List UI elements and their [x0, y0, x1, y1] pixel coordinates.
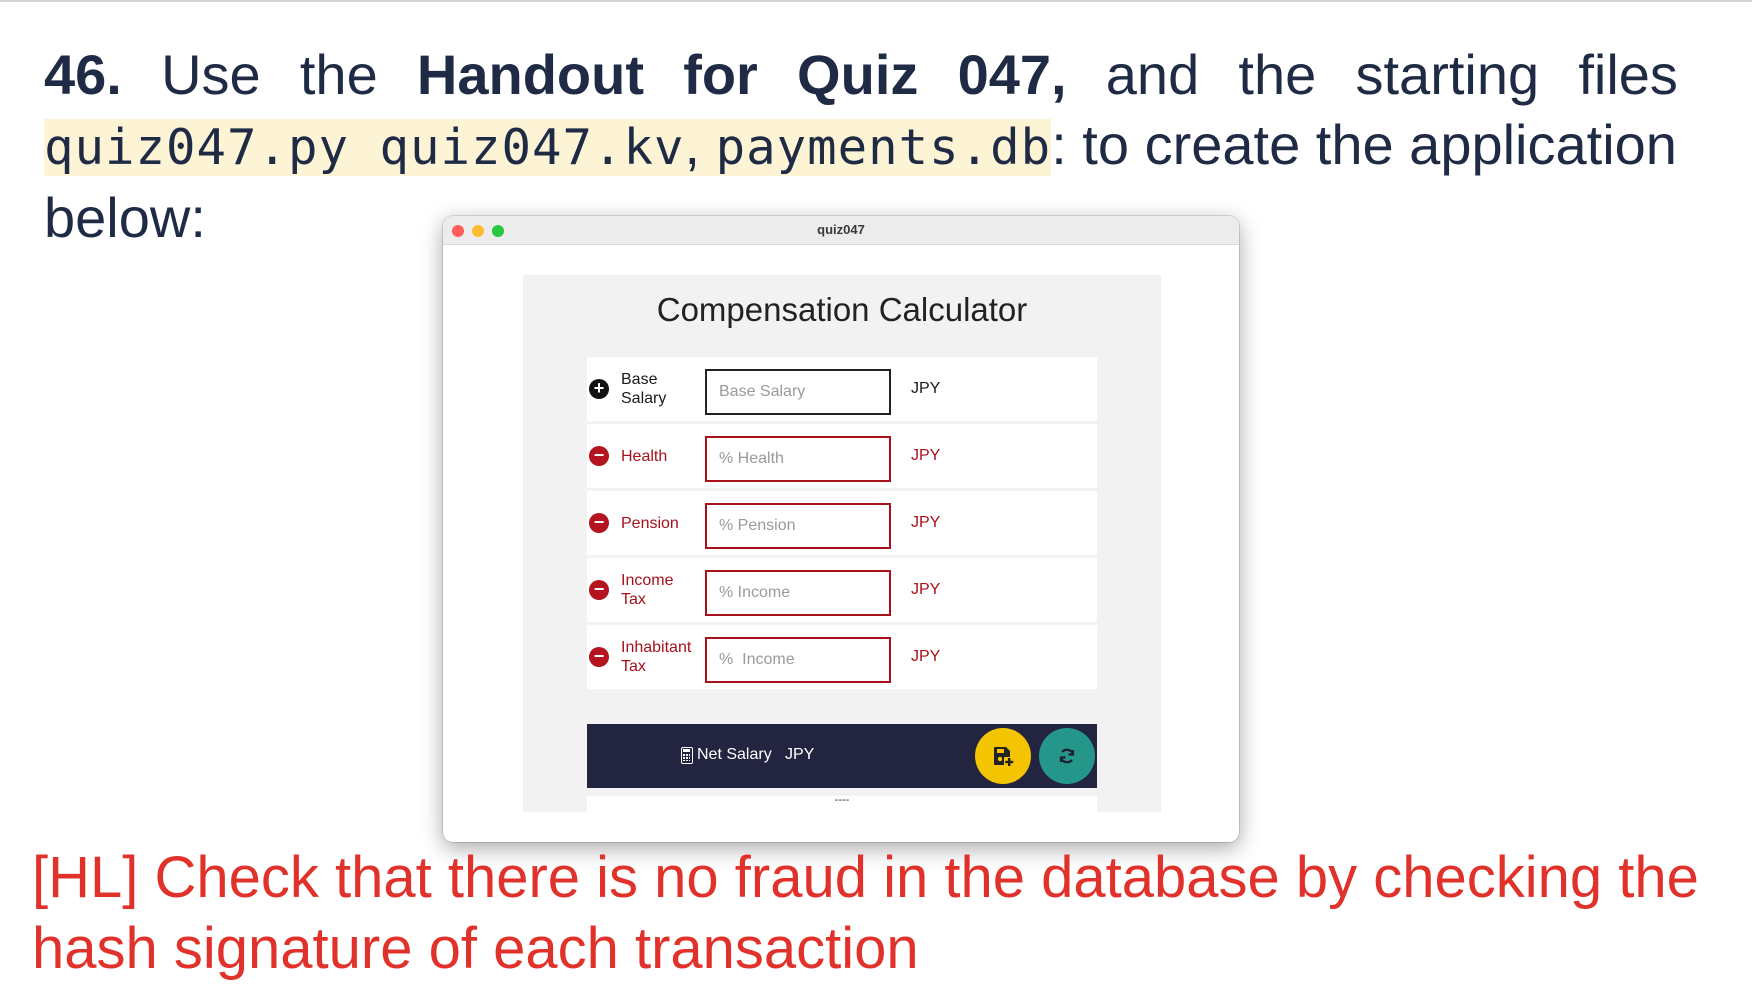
file-kv: quiz047.kv — [379, 119, 685, 176]
label-base-salary: Base Salary — [621, 371, 667, 407]
app-window: quiz047 Compensation Calculator + Base S… — [443, 216, 1239, 842]
net-salary-label: Net Salary — [697, 746, 772, 763]
save-button[interactable] — [975, 728, 1031, 784]
refresh-icon — [1059, 748, 1075, 764]
word-and: and — [1105, 43, 1200, 106]
question-line-1: 46. Use the Handout for Quiz 047, and th… — [44, 40, 1678, 110]
question-continuation: : to create the application — [1051, 113, 1677, 176]
unit-inhabitant-tax: JPY — [911, 648, 941, 665]
word-use: Use — [161, 43, 261, 106]
unit-income-tax: JPY — [911, 581, 941, 598]
label-income-tax: Income Tax — [621, 572, 674, 608]
top-rule — [0, 0, 1752, 2]
window-title: quiz047 — [817, 222, 865, 237]
label-inhabitant-tax: Inhabitant Tax — [621, 639, 692, 675]
status-text: ---- — [834, 794, 850, 806]
word-quiz: Quiz — [797, 43, 919, 106]
file-py: quiz047.py — [44, 119, 350, 176]
app-content: Compensation Calculator + Base Salary JP… — [523, 275, 1161, 812]
row-inhabitant-tax: − Inhabitant Tax JPY — [587, 625, 1097, 689]
inhabitant-tax-input[interactable] — [705, 637, 891, 683]
income-tax-input[interactable] — [705, 570, 891, 616]
minus-circle-icon: − — [589, 446, 609, 466]
save-plus-icon — [994, 747, 1014, 766]
plus-circle-icon: + — [589, 379, 609, 399]
word-starting: starting — [1355, 43, 1540, 106]
hl-note: [HL] Check that there is no fraud in the… — [32, 845, 1699, 981]
file-list-highlight: quiz047.py quiz047.kv, payments.db — [44, 113, 1052, 176]
refresh-button[interactable] — [1039, 728, 1095, 784]
minus-circle-icon: − — [589, 580, 609, 600]
unit-pension: JPY — [911, 514, 941, 531]
unit-base-salary: JPY — [911, 380, 941, 397]
status-strip: ---- — [587, 794, 1097, 812]
unit-health: JPY — [911, 447, 941, 464]
word-files: files — [1578, 43, 1678, 106]
row-income-tax: − Income Tax JPY — [587, 558, 1097, 622]
file-db: payments.db — [715, 119, 1052, 176]
net-salary-bar: Net Salary JPY — [587, 724, 1097, 788]
calculator-icon — [681, 747, 693, 764]
net-salary-unit: JPY — [785, 746, 815, 763]
file-separator: , — [684, 113, 716, 176]
window-titlebar[interactable]: quiz047 — [443, 216, 1239, 245]
question-line-2: quiz047.py quiz047.kv, payments.db: to c… — [44, 110, 1678, 183]
word-quiz-number: 047, — [957, 43, 1067, 106]
health-input[interactable] — [705, 436, 891, 482]
minus-circle-icon: − — [589, 647, 609, 667]
word-the: the — [299, 43, 378, 106]
label-pension: Pension — [621, 514, 679, 532]
label-health: Health — [621, 447, 668, 465]
row-health: − Health JPY — [587, 424, 1097, 488]
minus-circle-icon: − — [589, 513, 609, 533]
app-title: Compensation Calculator — [656, 291, 1028, 328]
question-number: 46. — [44, 43, 122, 106]
row-base-salary: + Base Salary JPY — [587, 357, 1097, 421]
pension-input[interactable] — [705, 503, 891, 549]
word-handout: Handout — [416, 43, 644, 106]
word-the-2: the — [1238, 43, 1317, 106]
base-salary-input[interactable] — [705, 369, 891, 415]
row-pension: − Pension JPY — [587, 491, 1097, 555]
word-for: for — [683, 43, 758, 106]
